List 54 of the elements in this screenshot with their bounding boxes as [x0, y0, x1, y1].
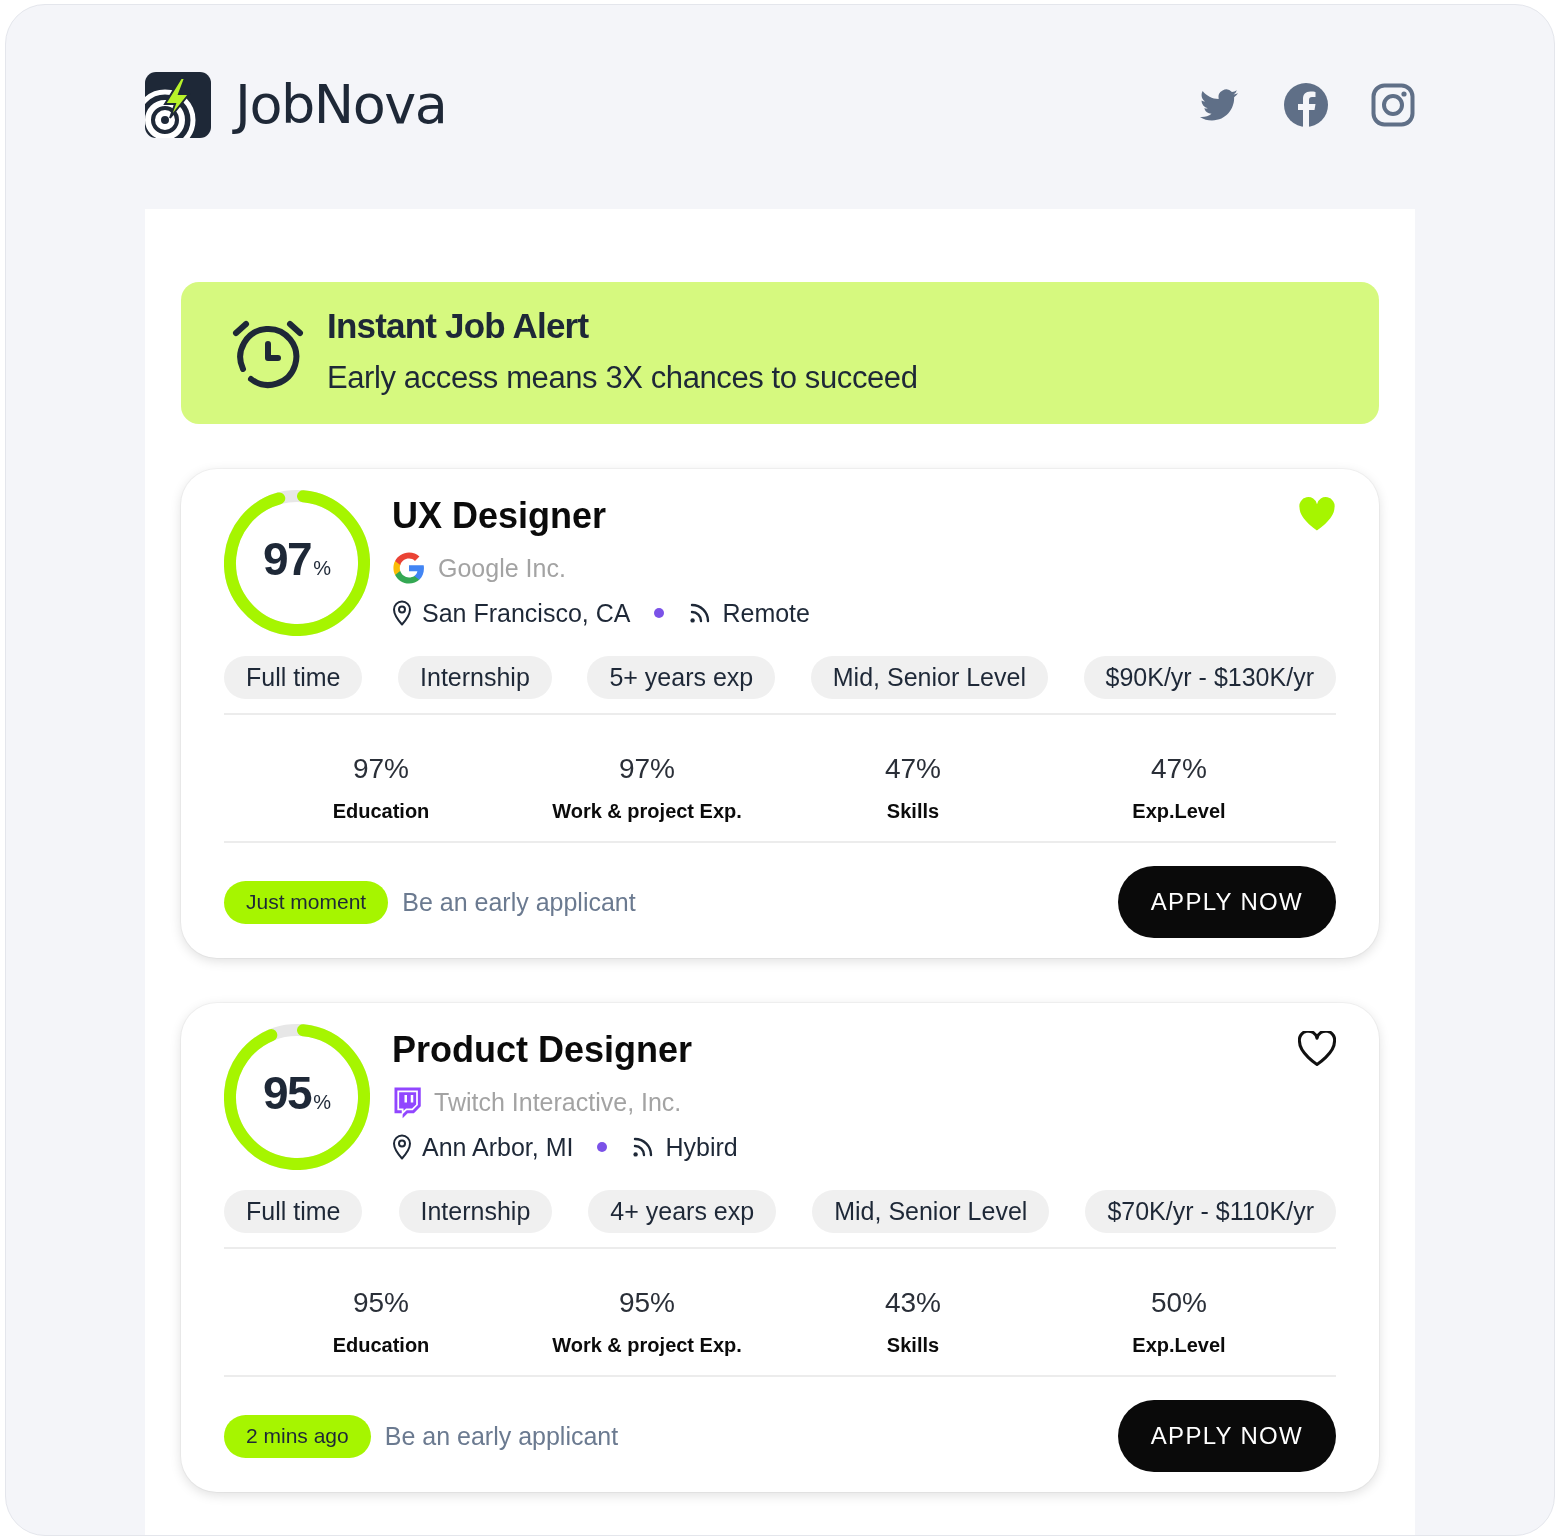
job-tag: Mid, Senior Level — [812, 1190, 1050, 1233]
stat-value: 95% — [352, 1287, 409, 1319]
separator-dot-icon — [597, 1142, 608, 1152]
stat-value: 43% — [884, 1287, 941, 1319]
stat-label: Skills — [886, 1333, 940, 1357]
apply-now-button[interactable]: APPLY NOW — [1117, 1400, 1336, 1472]
job-tag: Internship — [398, 1190, 553, 1233]
stat-value: 95% — [618, 1287, 675, 1319]
logo-icon[interactable] — [145, 72, 211, 138]
stat-label: Work & project Exp. — [552, 1333, 742, 1357]
facebook-icon[interactable] — [1284, 83, 1328, 127]
job-tag: 4+ years exp — [588, 1190, 777, 1233]
stat-value: 97% — [352, 753, 409, 785]
stat-label: Education — [332, 799, 430, 823]
match-score: 95% — [263, 1067, 331, 1121]
location-pin-icon — [392, 600, 412, 626]
job-tag: Internship — [398, 656, 552, 699]
alert-subtitle: Early access means 3X chances to succeed — [327, 360, 918, 396]
early-applicant-note: Be an early applicant — [402, 887, 636, 917]
company-name: Twitch Interactive, Inc. — [434, 1087, 682, 1117]
job-location: San Francisco, CA — [422, 598, 631, 628]
stat-value: 47% — [1150, 753, 1207, 785]
posted-time-badge: Just moment — [224, 880, 389, 924]
alert-title: Instant Job Alert — [327, 306, 590, 346]
job-title: UX Designer — [392, 495, 608, 537]
heart-icon[interactable] — [1298, 1031, 1336, 1066]
job-tag: Full time — [224, 656, 363, 699]
work-mode: Hybird — [665, 1132, 738, 1162]
stat-label: Education — [332, 1333, 430, 1357]
early-applicant-note: Be an early applicant — [384, 1421, 619, 1451]
match-score: 97% — [263, 533, 331, 587]
separator-dot-icon — [654, 608, 665, 618]
job-title: Product Designer — [392, 1029, 694, 1071]
job-tag: Mid, Senior Level — [810, 656, 1048, 699]
twitch-logo-icon — [392, 1085, 422, 1119]
job-tag: 5+ years exp — [587, 656, 776, 699]
google-logo-icon — [392, 551, 426, 585]
apply-now-button[interactable]: APPLY NOW — [1117, 866, 1336, 938]
posted-time-badge: 2 mins ago — [224, 1414, 371, 1458]
stat-label: Exp.Level — [1132, 1333, 1226, 1357]
work-mode: Remote — [722, 598, 810, 628]
job-location: Ann Arbor, MI — [422, 1132, 574, 1162]
stat-value: 97% — [618, 753, 675, 785]
job-tag: $70K/yr - $110K/yr — [1085, 1190, 1336, 1233]
camera-icon[interactable] — [1371, 83, 1415, 127]
stat-label: Skills — [886, 799, 940, 823]
job-tag: Full time — [224, 1190, 363, 1233]
stat-value: 50% — [1150, 1287, 1207, 1319]
stat-label: Exp.Level — [1132, 799, 1226, 823]
job-tag: $90K/yr - $130K/yr — [1083, 656, 1336, 699]
stat-label: Work & project Exp. — [552, 799, 742, 823]
location-pin-icon — [392, 1134, 412, 1160]
stat-value: 47% — [884, 753, 941, 785]
company-name: Google Inc. — [438, 553, 566, 583]
